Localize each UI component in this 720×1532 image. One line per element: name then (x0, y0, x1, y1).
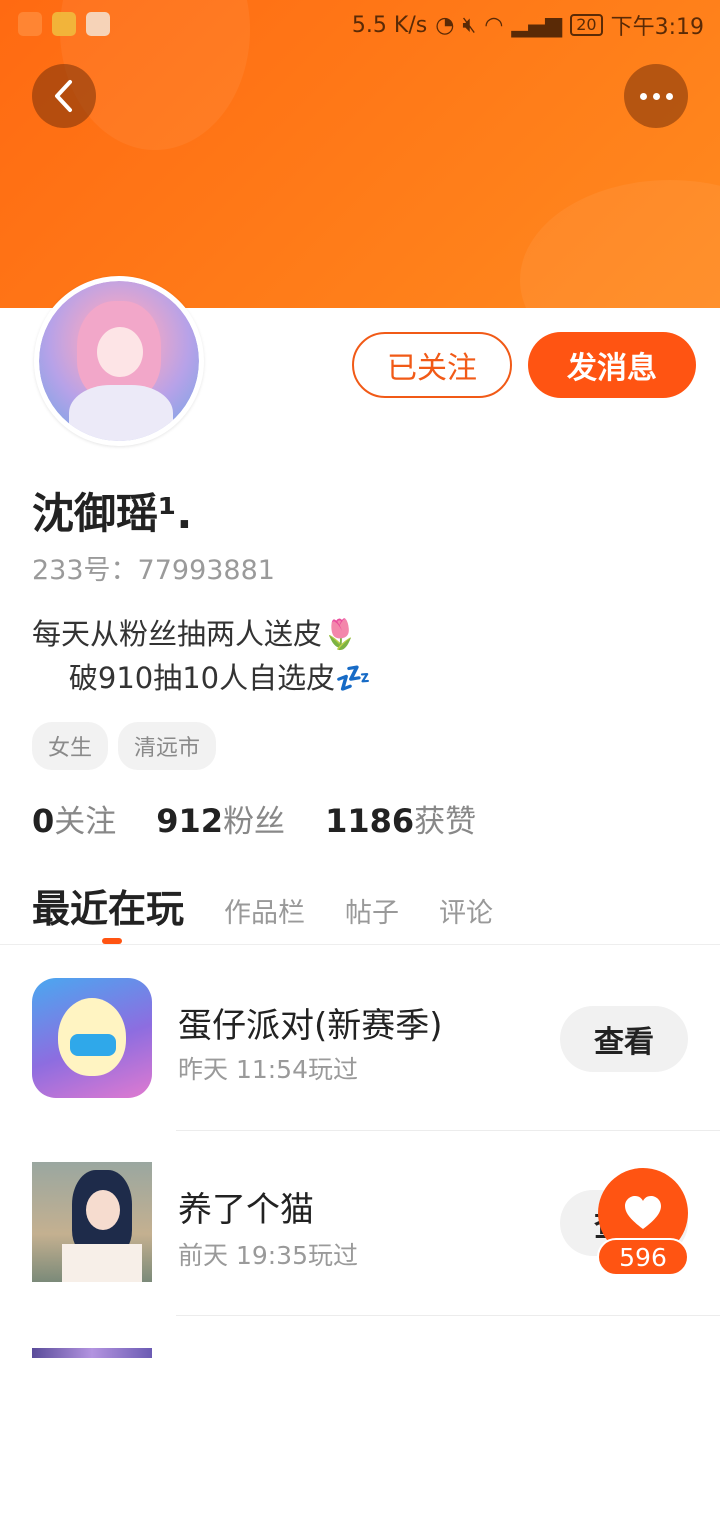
status-bar: 5.5 K/s ◔ 🔇︎ ◠ ▂▄▆ 20 下午3:19 (0, 0, 720, 50)
list-item[interactable]: 蛋仔派对(新赛季) 昨天 11:54玩过 查看 (0, 978, 720, 1162)
banner-decoration (520, 180, 720, 308)
divider (176, 1130, 720, 1131)
avatar-image (39, 281, 199, 441)
more-dots-icon (639, 92, 673, 100)
mute-icon: 🔇︎ (462, 12, 477, 38)
heart-icon (625, 1196, 661, 1229)
user-id: 233号：77993881 (32, 555, 275, 586)
tag-location: 清远市 (118, 722, 217, 770)
clock-alarm-icon: ◔ (435, 12, 455, 38)
game-icon-cat (32, 1162, 152, 1282)
notification-icons (18, 12, 110, 36)
wifi-icon: ◠ (484, 12, 504, 38)
game-icon-eggy-party (32, 978, 152, 1098)
tab-works[interactable]: 作品栏 (224, 891, 305, 930)
game-icon (32, 1348, 152, 1358)
back-button[interactable] (32, 64, 96, 128)
app-icon (86, 12, 110, 36)
signal-icon: ▂▄▆ (511, 12, 563, 38)
stat-likes[interactable]: 1186 获赞 (325, 796, 476, 841)
battery-icon: 20 (570, 14, 603, 36)
profile-stats: 0 关注 912 粉丝 1186 获赞 (32, 796, 476, 841)
app-icon (52, 12, 76, 36)
status-time: 下午3:19 (610, 15, 704, 40)
like-count: 596 (597, 1238, 689, 1276)
chevron-left-icon (55, 80, 72, 112)
view-button[interactable]: 查看 (560, 1006, 688, 1072)
username: 沈御瑶¹. (32, 489, 193, 538)
game-last-played: 前天 19:35玩过 (178, 1241, 358, 1270)
stat-following[interactable]: 0 关注 (32, 796, 116, 841)
network-speed: 5.5 K/s (351, 12, 428, 38)
game-title: 养了个猫 (178, 1190, 314, 1230)
stat-label: 关注 (54, 804, 117, 840)
game-last-played: 昨天 11:54玩过 (178, 1055, 358, 1084)
profile-tags: 女生 清远市 (32, 722, 217, 770)
stat-label: 粉丝 (223, 804, 286, 840)
game-title: 蛋仔派对(新赛季) (178, 1006, 443, 1046)
tab-recently-played[interactable]: 最近在玩 (32, 878, 184, 933)
list-item[interactable] (0, 1348, 720, 1532)
stat-number: 1186 (325, 802, 415, 840)
tag-gender: 女生 (32, 722, 109, 770)
stat-number: 0 (32, 802, 55, 840)
profile-tabs: 最近在玩 作品栏 帖子 评论 (32, 878, 493, 933)
tab-posts[interactable]: 帖子 (345, 891, 399, 930)
avatar[interactable] (34, 276, 204, 446)
stat-number: 912 (156, 802, 224, 840)
send-message-button[interactable]: 发消息 (528, 332, 696, 398)
divider (176, 1315, 720, 1316)
status-right: 5.5 K/s ◔ 🔇︎ ◠ ▂▄▆ 20 下午3:19 (352, 9, 704, 41)
stat-followers[interactable]: 912 粉丝 (156, 796, 285, 841)
user-bio: 每天从粉丝抽两人送皮🌷 破910抽10人自选皮💤 (32, 617, 372, 695)
more-options-button[interactable] (624, 64, 688, 128)
divider (0, 944, 720, 945)
followed-button[interactable]: 已关注 (352, 332, 512, 398)
video-app-icon (18, 12, 42, 36)
tab-comments[interactable]: 评论 (439, 891, 493, 930)
stat-label: 获赞 (414, 804, 477, 840)
